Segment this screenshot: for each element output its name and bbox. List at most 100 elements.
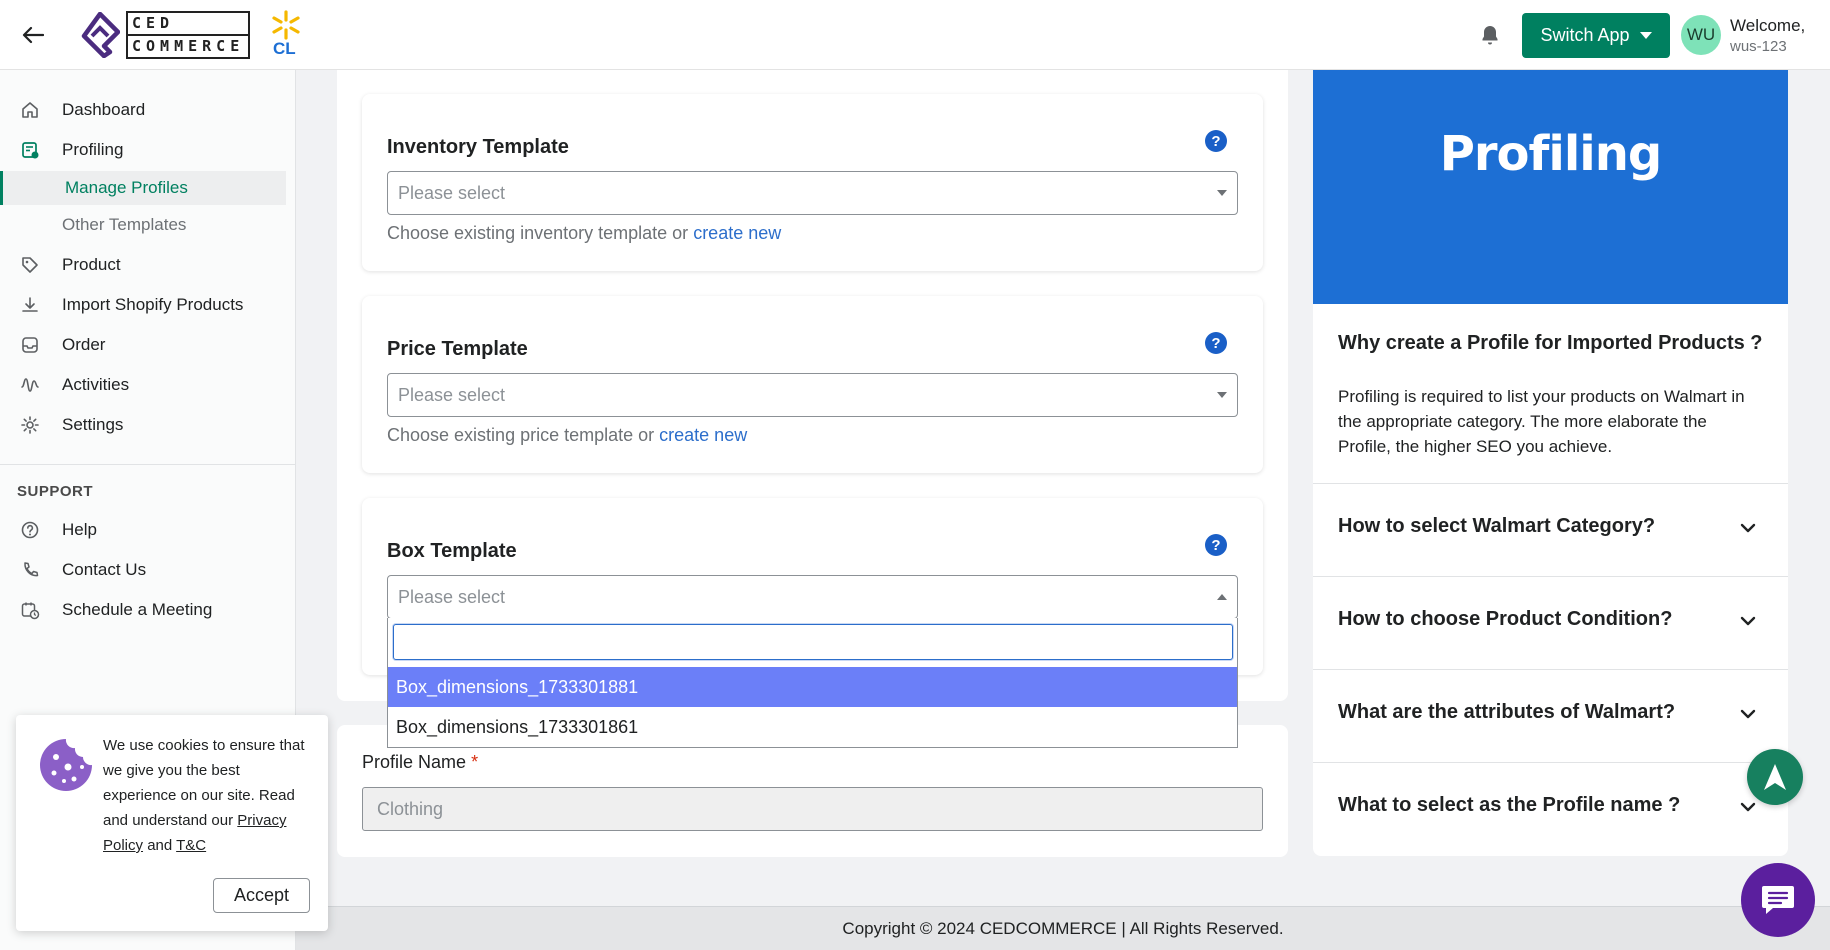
sidebar-item-import-shopify-products[interactable]: Import Shopify Products xyxy=(0,288,296,322)
arrow-up-icon xyxy=(1764,764,1786,790)
logo-badge-text: CL xyxy=(273,39,296,58)
username-text: wus-123 xyxy=(1730,38,1787,55)
terms-link[interactable]: T&C xyxy=(176,837,206,854)
sidebar-item-label: Other Templates xyxy=(62,215,187,234)
banner-title: Profiling xyxy=(1439,126,1663,182)
chat-icon xyxy=(1762,886,1794,914)
avatar[interactable]: WU xyxy=(1681,15,1721,55)
chevron-down-icon xyxy=(1740,616,1756,626)
price-help-icon[interactable]: ? xyxy=(1205,332,1227,354)
caret-down-icon xyxy=(1217,392,1227,398)
faq-item[interactable]: How to choose Product Condition? xyxy=(1313,577,1788,669)
select-placeholder: Please select xyxy=(398,183,506,203)
cookie-text: We use cookies to ensure that we give yo… xyxy=(103,733,317,858)
back-button[interactable] xyxy=(18,20,48,50)
faq-open-answer: Profiling is required to list your produ… xyxy=(1338,387,1745,456)
faq-open-question[interactable]: Why create a Profile for Imported Produc… xyxy=(1338,332,1763,355)
select-placeholder: Please select xyxy=(398,385,506,405)
faq-question: How to choose Product Condition? xyxy=(1338,608,1673,630)
inbox-icon xyxy=(22,337,38,353)
sidebar-item-label: Contact Us xyxy=(62,560,147,579)
price-template-select[interactable]: Please select xyxy=(387,373,1238,417)
chat-button[interactable] xyxy=(1741,863,1815,937)
profiling-banner: Profiling xyxy=(1313,70,1788,304)
support-heading: SUPPORT xyxy=(17,483,94,500)
sidebar-divider xyxy=(0,464,296,465)
arrow-left-icon xyxy=(22,26,44,44)
faq-item[interactable]: What to select as the Profile name ? xyxy=(1313,763,1788,855)
box-template-dropdown: Box_dimensions_1733301881 Box_dimensions… xyxy=(387,618,1238,748)
inventory-template-select[interactable]: Please select xyxy=(387,171,1238,215)
spark-icon xyxy=(272,10,300,40)
sidebar-item-dashboard[interactable]: Dashboard xyxy=(0,93,296,127)
user-welcome: Welcome, wus-123 xyxy=(1730,16,1805,55)
sidebar-item-help[interactable]: Help xyxy=(0,513,296,547)
logo-line-1: CED xyxy=(132,14,175,32)
tag-icon xyxy=(22,257,38,273)
help-glyph: ? xyxy=(1211,334,1221,352)
box-template-select[interactable]: Please select xyxy=(387,575,1238,619)
caret-down-icon xyxy=(1217,190,1227,196)
welcome-text: Welcome, xyxy=(1730,16,1806,35)
sidebar-item-label: Help xyxy=(62,520,97,539)
caret-down-icon xyxy=(1639,32,1652,39)
scroll-to-top-button[interactable] xyxy=(1747,749,1803,805)
home-icon xyxy=(22,102,38,118)
box-help-icon[interactable]: ? xyxy=(1205,534,1227,556)
help-panel: Profiling Why create a Profile for Impor… xyxy=(1313,70,1788,856)
sidebar-item-label: Dashboard xyxy=(62,100,146,119)
chevron-down-icon xyxy=(1740,709,1756,719)
price-create-new-link[interactable]: create new xyxy=(659,425,747,445)
question-circle-icon xyxy=(21,521,39,539)
switch-app-label: Switch App xyxy=(1540,25,1630,45)
box-template-title: Box Template xyxy=(387,540,517,562)
inventory-help-text: Choose existing inventory template or cr… xyxy=(387,223,781,244)
cookie-consent: We use cookies to ensure that we give yo… xyxy=(16,715,328,931)
sidebar-item-order[interactable]: Order xyxy=(0,328,296,362)
sidebar-item-profiling[interactable]: Profiling xyxy=(0,133,296,167)
price-help-prefix: Choose existing price template or xyxy=(387,425,655,445)
chevron-down-icon xyxy=(1740,523,1756,533)
price-template-card: Price Template ? Please select Choose ex… xyxy=(362,296,1263,473)
profile-name-label-text: Profile Name xyxy=(362,752,467,772)
sidebar-item-label: Settings xyxy=(62,415,124,434)
inventory-template-title: Inventory Template xyxy=(387,136,569,158)
sidebar-item-other-templates[interactable]: Other Templates xyxy=(8,208,286,242)
price-help-text: Choose existing price template or create… xyxy=(387,425,747,446)
sidebar-item-label: Manage Profiles xyxy=(65,178,188,197)
profile-name-input[interactable]: Clothing xyxy=(362,787,1263,831)
logo-wordmark: CED COMMERCE xyxy=(126,11,251,59)
sidebar-item-product[interactable]: Product xyxy=(0,248,296,282)
faq-item[interactable]: How to select Walmart Category? xyxy=(1313,484,1788,576)
inventory-help-icon[interactable]: ? xyxy=(1205,130,1227,152)
sidebar-item-manage-profiles[interactable]: Manage Profiles xyxy=(0,171,286,205)
faq-item[interactable]: What are the attributes of Walmart? xyxy=(1313,670,1788,762)
bell-icon xyxy=(1482,26,1498,45)
inventory-create-new-link[interactable]: create new xyxy=(693,223,781,243)
sidebar-item-activities[interactable]: Activities xyxy=(0,368,296,402)
faq-question: What are the attributes of Walmart? xyxy=(1338,701,1676,723)
sidebar-item-label: Profiling xyxy=(62,140,124,159)
sidebar-item-label: Schedule a Meeting xyxy=(62,600,213,619)
chevron-down-icon xyxy=(1740,802,1756,812)
dropdown-option[interactable]: Box_dimensions_1733301881 xyxy=(388,667,1237,707)
switch-app-button[interactable]: Switch App xyxy=(1522,13,1670,58)
sidebar-item-settings[interactable]: Settings xyxy=(0,408,296,442)
sidebar-item-label: Import Shopify Products xyxy=(62,295,244,314)
faq-question: What to select as the Profile name ? xyxy=(1338,794,1681,816)
copyright-text: Copyright © 2024 CEDCOMMERCE | All Right… xyxy=(842,918,1284,938)
avatar-initials: WU xyxy=(1686,25,1716,44)
cookie-and: and xyxy=(147,837,173,854)
sidebar-item-contact-us[interactable]: Contact Us xyxy=(0,553,296,587)
dropdown-search-input[interactable] xyxy=(393,624,1233,660)
sidebar-item-schedule-a-meeting[interactable]: Schedule a Meeting xyxy=(0,593,296,627)
profile-icon xyxy=(22,142,39,159)
notification-button[interactable] xyxy=(1478,23,1502,47)
price-template-title: Price Template xyxy=(387,338,528,360)
cedcommerce-logo: CED COMMERCE xyxy=(80,10,251,60)
dropdown-option[interactable]: Box_dimensions_1733301861 xyxy=(388,707,1237,747)
logo-line-2: COMMERCE xyxy=(128,34,249,57)
caret-up-icon xyxy=(1217,594,1227,600)
accept-cookies-button[interactable]: Accept xyxy=(213,878,310,913)
gear-icon xyxy=(21,416,39,434)
